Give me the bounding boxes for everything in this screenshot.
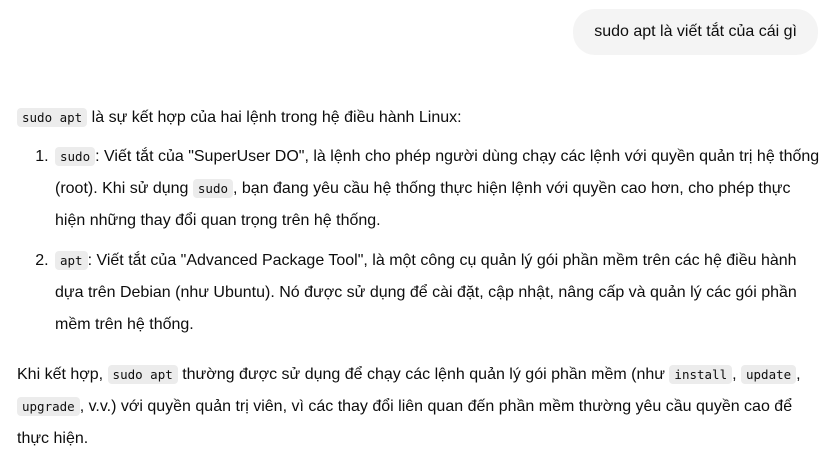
reply-closing: Khi kết hợp, sudo apt thường được sử dụn… — [17, 359, 822, 455]
reply-intro: sudo apt là sự kết hợp của hai lệnh tron… — [17, 102, 822, 134]
list-item-text: : Viết tắt của "Advanced Package Tool", … — [55, 252, 797, 333]
inline-code: install — [669, 365, 733, 384]
closing-text: , v.v.) với quyền quản trị viên, vì các … — [17, 398, 793, 447]
closing-text: , — [796, 366, 801, 383]
inline-code: upgrade — [17, 397, 80, 416]
reply-intro-text: là sự kết hợp của hai lệnh trong hệ điều… — [87, 109, 462, 126]
closing-text: , — [732, 366, 741, 383]
reply-list: sudo: Viết tắt của "SuperUser DO", là lệ… — [17, 141, 822, 341]
closing-text: thường được sử dụng để chạy các lệnh quả… — [177, 366, 670, 383]
list-item: sudo: Viết tắt của "SuperUser DO", là lệ… — [53, 141, 822, 237]
inline-code: sudo apt — [17, 108, 88, 127]
inline-code: sudo apt — [107, 365, 178, 384]
closing-text: Khi kết hợp, — [17, 366, 108, 383]
inline-code: sudo — [55, 147, 96, 166]
inline-code: sudo — [192, 179, 233, 198]
assistant-reply: sudo apt là sự kết hợp của hai lệnh tron… — [17, 102, 822, 455]
list-item: apt: Viết tắt của "Advanced Package Tool… — [53, 245, 822, 341]
user-message-bubble[interactable]: sudo apt là viết tắt của cái gì — [573, 9, 818, 55]
user-message-row: sudo apt là viết tắt của cái gì — [573, 9, 818, 55]
inline-code: apt — [55, 251, 88, 270]
inline-code: update — [741, 365, 797, 384]
